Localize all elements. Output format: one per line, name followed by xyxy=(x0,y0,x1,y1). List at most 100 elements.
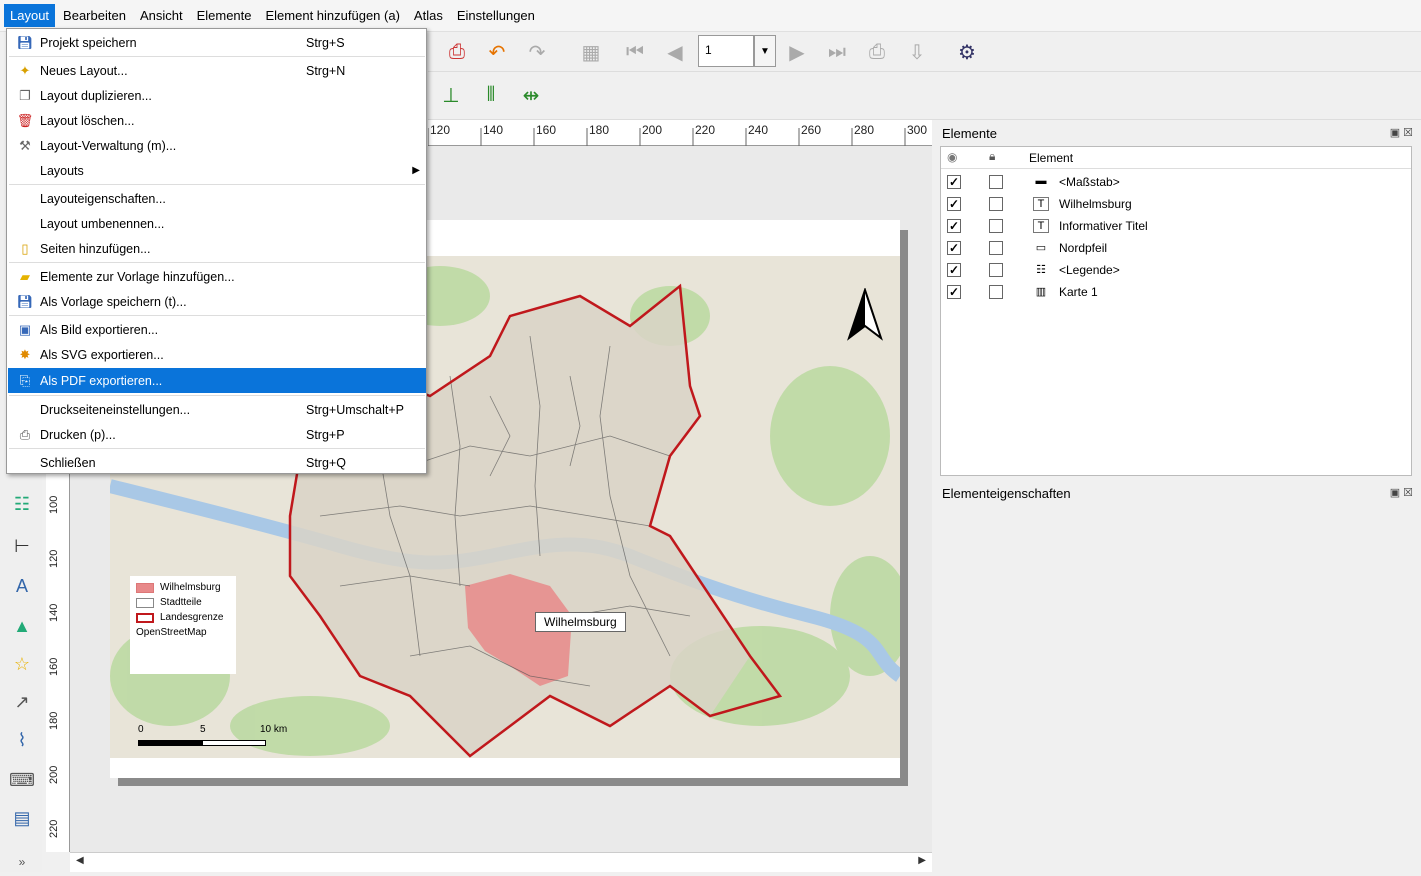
panel-float-close-icons[interactable]: ▣ ☒ xyxy=(1390,486,1413,499)
visibility-checkbox[interactable]: ✓ xyxy=(947,175,961,189)
lock-checkbox[interactable] xyxy=(989,241,1003,255)
menu-layout[interactable]: Layout xyxy=(4,4,56,27)
menu-item-als-pdf-exportieren[interactable]: ⎘ Als PDF exportieren... xyxy=(8,368,426,393)
lock-checkbox[interactable] xyxy=(989,263,1003,277)
menu-ansicht[interactable]: Ansicht xyxy=(134,4,189,27)
add-label-icon[interactable]: A xyxy=(8,572,36,600)
atlas-preview-icon[interactable]: ▦ xyxy=(578,39,604,65)
menu-item-layout-verwaltung[interactable]: ⚒ Layout-Verwaltung (m)... xyxy=(8,133,426,158)
add-html-icon[interactable]: ⌨ xyxy=(8,766,36,794)
elements-row[interactable]: ✓ ▥ Karte 1 xyxy=(941,281,1411,303)
legend-row: Stadtteile xyxy=(136,597,230,608)
map-legend[interactable]: Wilhelmsburg Stadtteile Landesgrenze Ope… xyxy=(130,576,236,674)
map-label-wilhelmsburg[interactable]: Wilhelmsburg xyxy=(535,612,626,632)
menu-item-seiten-hinzufuegen[interactable]: ▯ Seiten hinzufügen... xyxy=(8,236,426,261)
visibility-checkbox[interactable]: ✓ xyxy=(947,285,961,299)
last-feature-icon[interactable]: ⏭ xyxy=(824,39,850,65)
add-scalebar-icon[interactable]: ⊢ xyxy=(8,532,36,560)
add-shape-icon[interactable]: ▲ xyxy=(8,612,36,640)
layout-menu-dropdown: 💾︎ Projekt speichern Strg+S ✦ Neues Layo… xyxy=(6,28,427,474)
main-toolbar: ⎙ ↶ ↷ ▦ ⏮ ◀ 1 ▼ ▶ ⏭ ⎙ ⇩ ⚙ xyxy=(428,32,1421,72)
add-legend-icon[interactable]: ☷ xyxy=(8,490,36,518)
lock-checkbox[interactable] xyxy=(989,175,1003,189)
text-icon: T xyxy=(1033,219,1049,233)
ruler-label: 160 xyxy=(48,657,60,676)
menu-item-schliessen[interactable]: Schließen Strg+Q xyxy=(8,450,426,475)
lock-checkbox[interactable] xyxy=(989,197,1003,211)
undo-icon[interactable]: ↶ xyxy=(484,39,510,65)
add-polyline-icon[interactable]: ⌇ xyxy=(8,726,36,754)
legend-row: Landesgrenze xyxy=(136,612,230,623)
add-arrow-icon[interactable]: ↗ xyxy=(8,688,36,716)
lock-checkbox[interactable] xyxy=(989,219,1003,233)
export-pdf-icon[interactable]: ⎙ xyxy=(444,39,470,65)
atlas-page-input[interactable]: 1 xyxy=(698,35,754,67)
scalebar[interactable]: 0 5 10 km xyxy=(138,724,318,756)
menu-item-elemente-zur-vorlage[interactable]: ▰ Elemente zur Vorlage hinzufügen... xyxy=(8,264,426,289)
north-arrow-icon[interactable] xyxy=(845,288,885,342)
scroll-left-icon[interactable]: ◀ xyxy=(76,855,84,866)
menu-item-projekt-speichern[interactable]: 💾︎ Projekt speichern Strg+S xyxy=(8,30,426,55)
menu-item-layout-loeschen[interactable]: 🗑︎ Layout löschen... xyxy=(8,108,426,133)
save-icon: 💾︎ xyxy=(16,34,34,50)
add-table-icon[interactable]: ▤ xyxy=(8,804,36,832)
eye-icon[interactable]: ◉ xyxy=(947,150,957,164)
legend-swatch xyxy=(136,582,154,593)
visibility-checkbox[interactable]: ✓ xyxy=(947,219,961,233)
legend-icon: ☷ xyxy=(1036,264,1046,276)
menu-item-layouts[interactable]: Layouts ▶ xyxy=(8,158,426,183)
save-template-icon: 💾︎ xyxy=(16,293,34,309)
menu-item-layout-umbenennen[interactable]: Layout umbenennen... xyxy=(8,211,426,236)
visibility-checkbox[interactable]: ✓ xyxy=(947,197,961,211)
legend-label: Wilhelmsburg xyxy=(160,582,221,593)
menu-einstellungen[interactable]: Einstellungen xyxy=(451,4,541,27)
elements-list[interactable]: ◉ 🔒︎ Element ✓ ▬ <Maßstab> ✓ T Wilhelmsb… xyxy=(940,146,1412,476)
next-feature-icon[interactable]: ▶ xyxy=(784,39,810,65)
duplicate-layout-icon: ❐ xyxy=(19,87,31,103)
menu-element-hinzufuegen[interactable]: Element hinzufügen (a) xyxy=(260,4,406,27)
distribute-icon[interactable]: ⫴ xyxy=(478,82,504,108)
elements-row[interactable]: ✓ ☷ <Legende> xyxy=(941,259,1411,281)
chevron-down-icon[interactable]: ▼ xyxy=(754,35,776,67)
horizontal-scrollbar[interactable]: ◀ ▶ xyxy=(70,852,932,872)
lock-icon[interactable]: 🔒︎ xyxy=(989,149,995,164)
panel-float-close-icons[interactable]: ▣ ☒ xyxy=(1390,126,1413,139)
delete-icon: 🗑︎ xyxy=(16,112,34,128)
scalebar-icon: ▬ xyxy=(1035,175,1047,187)
menu-item-als-vorlage-speichern[interactable]: 💾︎ Als Vorlage speichern (t)... xyxy=(8,289,426,314)
menu-item-druckseiteneinstellungen[interactable]: Druckseiteneinstellungen... Strg+Umschal… xyxy=(8,397,426,422)
elements-row[interactable]: ✓ T Informativer Titel xyxy=(941,215,1411,237)
atlas-settings-icon[interactable]: ⚙ xyxy=(954,39,980,65)
add-marker-icon[interactable]: ☆ xyxy=(8,650,36,678)
visibility-checkbox[interactable]: ✓ xyxy=(947,241,961,255)
folder-icon: ▰ xyxy=(20,268,30,284)
align-bottom-icon[interactable]: ⊥ xyxy=(438,82,464,108)
menu-item-layout-duplizieren[interactable]: ❐ Layout duplizieren... xyxy=(8,83,426,108)
elements-row[interactable]: ✓ ▭ Nordpfeil xyxy=(941,237,1411,259)
add-page-icon: ▯ xyxy=(21,240,29,256)
ruler-label: 140 xyxy=(48,603,60,622)
menu-atlas[interactable]: Atlas xyxy=(408,4,449,27)
previous-feature-icon[interactable]: ◀ xyxy=(662,39,688,65)
export-pdf-icon: ⎘ xyxy=(19,372,31,388)
first-feature-icon[interactable]: ⏮ xyxy=(622,39,648,65)
column-header-element[interactable]: Element xyxy=(1029,151,1073,165)
menu-elemente[interactable]: Elemente xyxy=(191,4,258,27)
elements-row[interactable]: ✓ T Wilhelmsburg xyxy=(941,193,1411,215)
lock-checkbox[interactable] xyxy=(989,285,1003,299)
atlas-print-icon[interactable]: ⎙ xyxy=(864,39,890,65)
menu-item-als-bild-exportieren[interactable]: ▣ Als Bild exportieren... xyxy=(8,317,426,342)
menu-item-drucken[interactable]: ⎙ Drucken (p)... Strg+P xyxy=(8,422,426,447)
menu-item-als-svg-exportieren[interactable]: ✸ Als SVG exportieren... xyxy=(8,342,426,367)
visibility-checkbox[interactable]: ✓ xyxy=(947,263,961,277)
panel-title: Elemente xyxy=(942,126,997,141)
menu-separator xyxy=(9,448,425,449)
atlas-export-icon[interactable]: ⇩ xyxy=(904,39,930,65)
elements-row[interactable]: ✓ ▬ <Maßstab> xyxy=(941,171,1411,193)
scroll-right-icon[interactable]: ▶ xyxy=(918,855,926,866)
menu-item-neues-layout[interactable]: ✦ Neues Layout... Strg+N xyxy=(8,58,426,83)
redo-icon[interactable]: ↷ xyxy=(524,39,550,65)
menu-item-layouteigenschaften[interactable]: Layouteigenschaften... xyxy=(8,186,426,211)
menu-bearbeiten[interactable]: Bearbeiten xyxy=(57,4,132,27)
resize-icon[interactable]: ⇹ xyxy=(518,82,544,108)
